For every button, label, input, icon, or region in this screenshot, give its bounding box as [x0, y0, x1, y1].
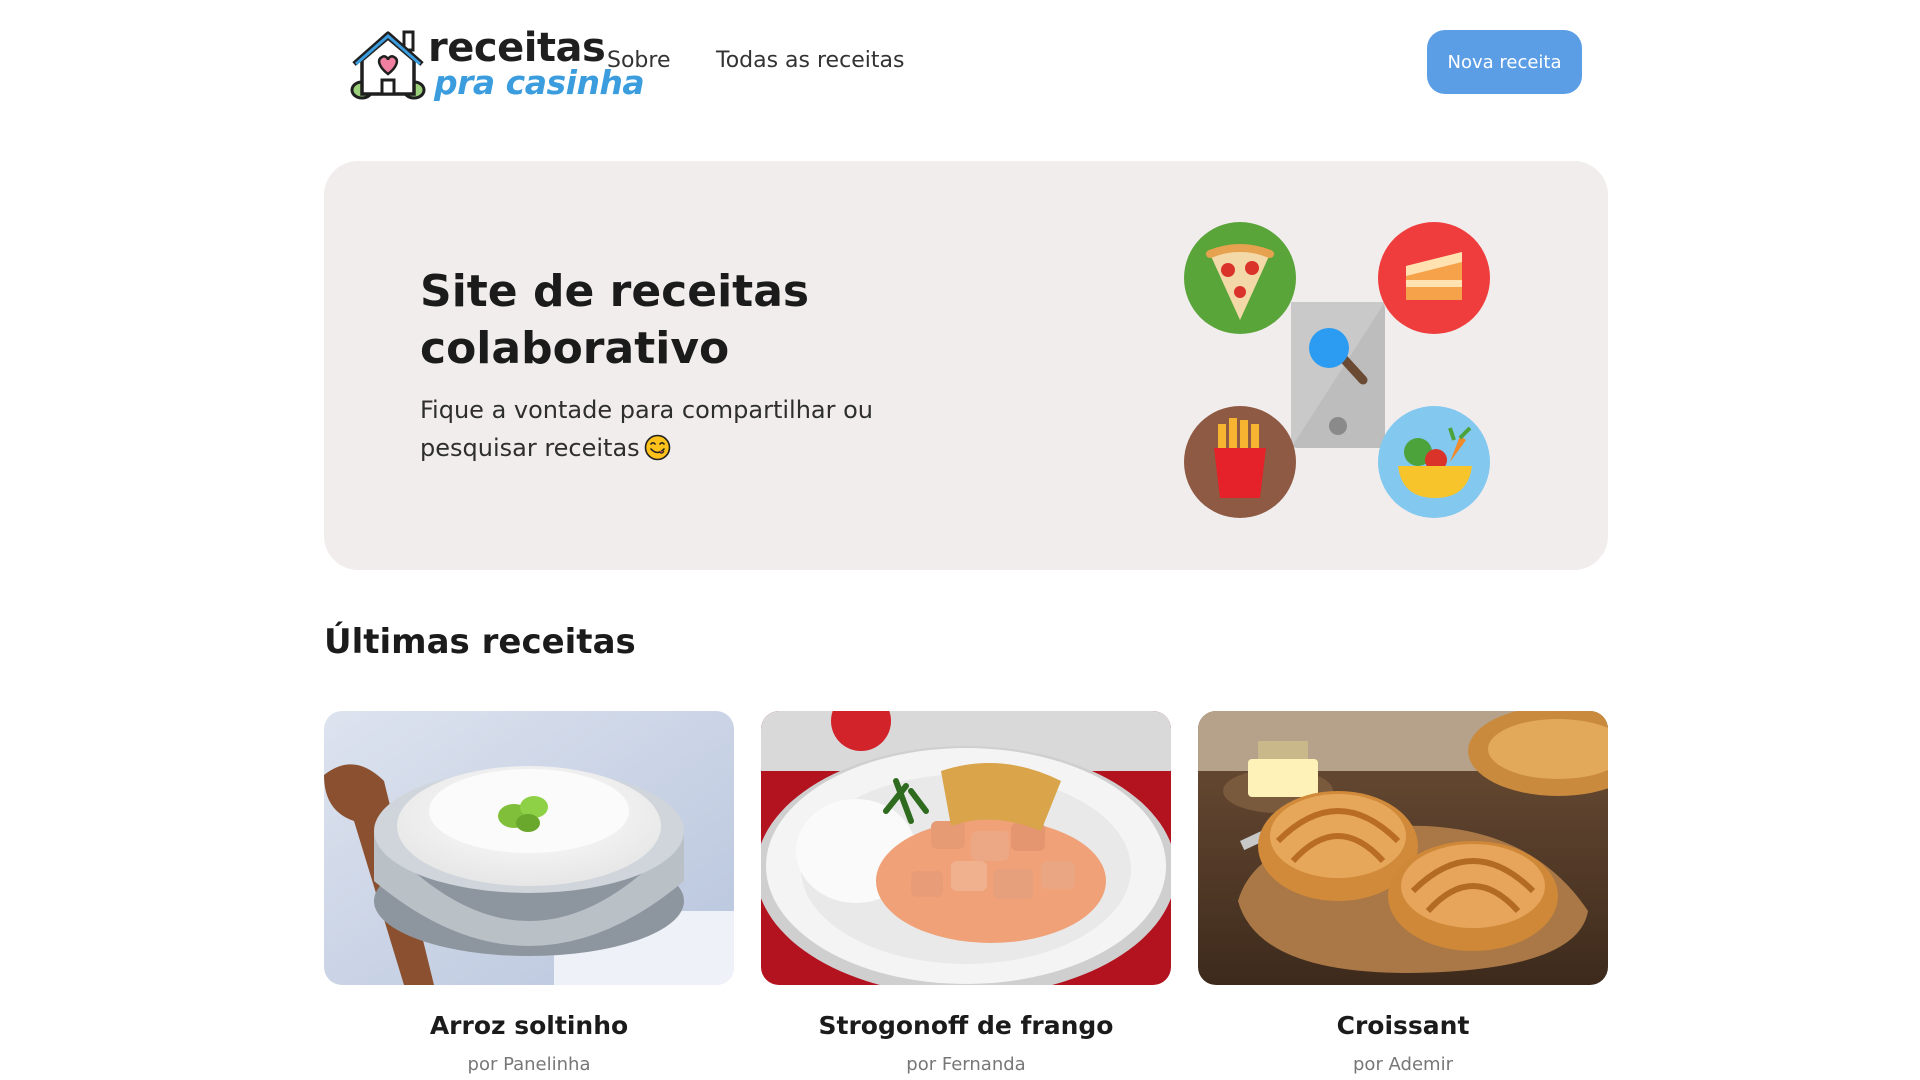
nav-link-sobre[interactable]: Sobre	[607, 48, 671, 73]
site-header: receitas pra casinha Sobre Todas as rece…	[350, 20, 1582, 104]
hero-title: Site de receitas colaborativo	[420, 266, 810, 374]
rice-bowl-photo	[324, 711, 734, 985]
recipe-author: por Fernanda	[906, 1054, 1026, 1075]
salad-bowl-icon	[1378, 406, 1490, 518]
recipe-image-strogonoff[interactable]	[761, 711, 1171, 985]
recipe-image-croissant[interactable]	[1198, 711, 1608, 985]
site-logo[interactable]: receitas pra casinha	[350, 24, 645, 102]
food-search-illustration	[1184, 222, 1490, 518]
house-heart-icon	[350, 30, 426, 100]
recipe-author: por Panelinha	[467, 1054, 591, 1075]
recipe-card[interactable]: Strogonoff de frango por Fernanda	[761, 711, 1171, 1075]
chicken-strogonoff-photo	[761, 711, 1171, 985]
latest-recipes-heading: Últimas receitas	[324, 622, 636, 662]
recipe-image-rice[interactable]	[324, 711, 734, 985]
new-recipe-button[interactable]: Nova receita	[1427, 30, 1582, 94]
recipe-title: Croissant	[1336, 1011, 1470, 1040]
hero-subtitle: Fique a vontade para compartilhar ou pes…	[420, 391, 940, 467]
recipe-author: por Ademir	[1353, 1054, 1453, 1075]
recipe-card[interactable]: Croissant por Ademir	[1198, 711, 1608, 1075]
recipe-title: Strogonoff de frango	[818, 1011, 1114, 1040]
nav-link-todas-receitas[interactable]: Todas as receitas	[716, 48, 904, 73]
recipe-card[interactable]: Arroz soltinho por Panelinha	[324, 711, 734, 1075]
croissant-photo	[1198, 711, 1608, 985]
recipe-title: Arroz soltinho	[429, 1011, 629, 1040]
hero-banner: Site de receitas colaborativo Fique a vo…	[324, 161, 1608, 570]
pizza-icon	[1184, 222, 1296, 334]
fries-icon	[1184, 406, 1296, 518]
savoring-food-emoji-icon	[644, 434, 670, 461]
phone-search-icon	[1291, 302, 1385, 448]
cake-icon	[1378, 222, 1490, 334]
